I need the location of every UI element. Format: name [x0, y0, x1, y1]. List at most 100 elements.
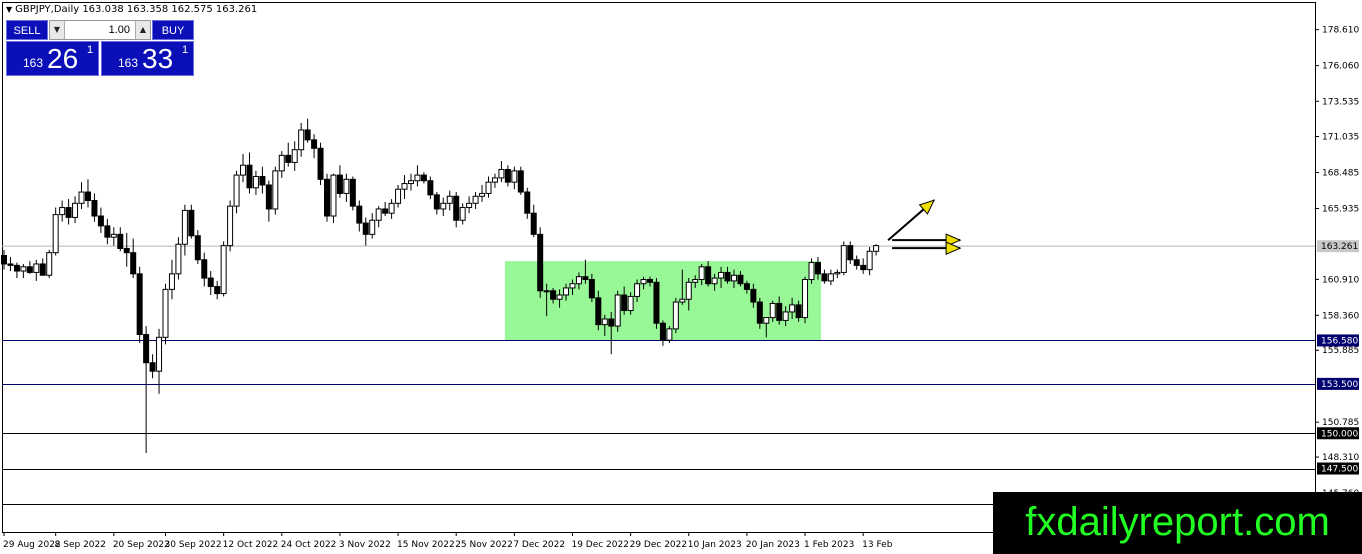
lot-decrease-icon[interactable]: ▼: [50, 21, 65, 39]
candle-body-bull: [59, 207, 66, 216]
candle-body-bear: [821, 273, 828, 282]
candle-body-bear: [860, 264, 867, 271]
candle-body-bull: [52, 214, 59, 254]
candle-body-bear: [349, 178, 356, 207]
lot-increase-icon[interactable]: ▲: [135, 21, 150, 39]
candle-body-bear: [743, 283, 750, 290]
candle-body-bear: [621, 294, 628, 312]
price-tick-label: 168.485: [1322, 168, 1359, 178]
candle-body-bear: [420, 174, 427, 182]
candle-body-bear: [659, 322, 666, 341]
candle-body-bull: [711, 277, 718, 285]
candle-body-bear: [530, 212, 537, 235]
candle-body-bull: [763, 317, 770, 324]
candle-body-bear: [724, 271, 731, 282]
candle: [324, 173, 330, 222]
candle-body-bear: [433, 194, 440, 210]
candle-body-bear: [117, 233, 124, 249]
candle-body-bull: [479, 192, 486, 197]
candle-body-bear: [317, 147, 324, 180]
price-chart[interactable]: 178.610 176.060 173.535 171.035 168.485 165.9…: [0, 0, 1362, 554]
candle-body-bull: [640, 278, 647, 285]
candle-body-bull: [840, 245, 847, 273]
price-tick-label: 158.360: [1322, 311, 1359, 321]
candle: [220, 241, 227, 297]
sell-price-box[interactable]: 163 26 1: [6, 41, 99, 76]
candle-body-bull: [685, 281, 692, 300]
candle-body-bear: [582, 276, 589, 280]
one-click-trading-panel: SELL ▼ 1.00 ▲ BUY 163 26 1 163 33 1: [6, 20, 194, 76]
date-tick-label: 24 Oct 2022: [281, 540, 337, 550]
sell-button[interactable]: SELL: [6, 20, 48, 40]
candle-body-bull: [466, 202, 473, 209]
candle-body-bull: [110, 233, 117, 238]
candle-body-bear: [143, 334, 150, 364]
candle-body-bull: [388, 202, 395, 214]
candle-body-bull: [240, 164, 247, 176]
candle-body-bear: [776, 302, 783, 321]
candle-body-bear: [201, 259, 208, 279]
candle-body-bear: [311, 139, 318, 149]
candle-body-bull: [395, 188, 402, 204]
candle-body-bull: [227, 205, 234, 247]
candle-body-bear: [84, 191, 91, 201]
candle-body-bear: [130, 252, 137, 275]
candle-body-bear: [537, 233, 544, 292]
price-tick-label: 155.885: [1322, 346, 1359, 356]
candle-body-bear: [91, 199, 98, 217]
collapse-triangle-icon[interactable]: ▼: [6, 5, 12, 14]
sell-price-prefix: 163: [23, 56, 44, 70]
lot-size-input[interactable]: 1.00: [66, 21, 134, 39]
symbol-header: ▼ GBPJPY,Daily 163.038 163.358 162.575 16…: [6, 4, 257, 15]
candle-body-bear: [853, 259, 860, 266]
candle-body-bear: [756, 301, 763, 324]
date-tick-label: 20 Sep 2022: [113, 540, 170, 550]
buy-price-box[interactable]: 163 33 1: [101, 41, 194, 76]
candle-body-bull: [543, 290, 550, 293]
symbol-ohlc-text: GBPJPY,Daily 163.038 163.358 162.575 163…: [15, 4, 258, 15]
buy-button[interactable]: BUY: [152, 20, 194, 40]
candle: [52, 207, 59, 256]
candle-body-bull: [672, 301, 679, 330]
date-tick-label: 29 Aug 2022: [3, 540, 61, 550]
buy-price-pips: 33: [142, 43, 174, 74]
candle-body-bull: [698, 266, 705, 280]
candle-body-bear: [608, 318, 615, 327]
candle-body-bull: [278, 154, 285, 172]
candle-body-bull: [511, 170, 518, 183]
candle-body-bull: [168, 273, 175, 290]
candle-body-bear: [207, 277, 214, 288]
date-tick-label: 3 Nov 2022: [339, 540, 391, 550]
watermark-logo: fxdailyreport.com: [993, 492, 1362, 554]
price-tick-label: 165.935: [1322, 204, 1359, 214]
candle-body-bull: [866, 250, 873, 271]
date-tick-label: 15 Nov 2022: [397, 540, 455, 550]
candle-body-bear: [356, 205, 363, 224]
candle-body-bull: [78, 191, 85, 204]
candle-body-bear: [647, 278, 653, 283]
candle-body-bull: [375, 208, 382, 221]
candle: [808, 258, 815, 284]
lot-size-stepper[interactable]: ▼ 1.00 ▲: [49, 20, 151, 40]
date-tick-label: 10 Jan 2023: [688, 540, 742, 550]
candle-body-bull: [782, 311, 789, 321]
candle-body-bull: [627, 295, 634, 312]
level-label: 147.500: [1321, 465, 1358, 475]
candle-body-bear: [795, 304, 802, 319]
candle-body-bull: [233, 174, 240, 207]
candle-body-bear: [97, 215, 104, 227]
candle-body-bull: [730, 274, 737, 282]
candle-body-bear: [453, 195, 460, 221]
date-tick-label: 7 Dec 2022: [513, 540, 565, 550]
candle: [272, 166, 279, 215]
candle-body-bear: [149, 362, 156, 372]
candle-body-bull: [343, 178, 350, 194]
candle-body-bull: [20, 266, 27, 272]
candle-body-bear: [847, 245, 854, 261]
candle-body-bull: [72, 202, 79, 218]
candle-body-bear: [214, 286, 221, 295]
candle-body-bear: [653, 281, 660, 324]
price-tick-label: 150.785: [1322, 418, 1359, 428]
date-tick-label: 1 Feb 2023: [804, 540, 854, 550]
candle-body-bull: [407, 180, 414, 185]
